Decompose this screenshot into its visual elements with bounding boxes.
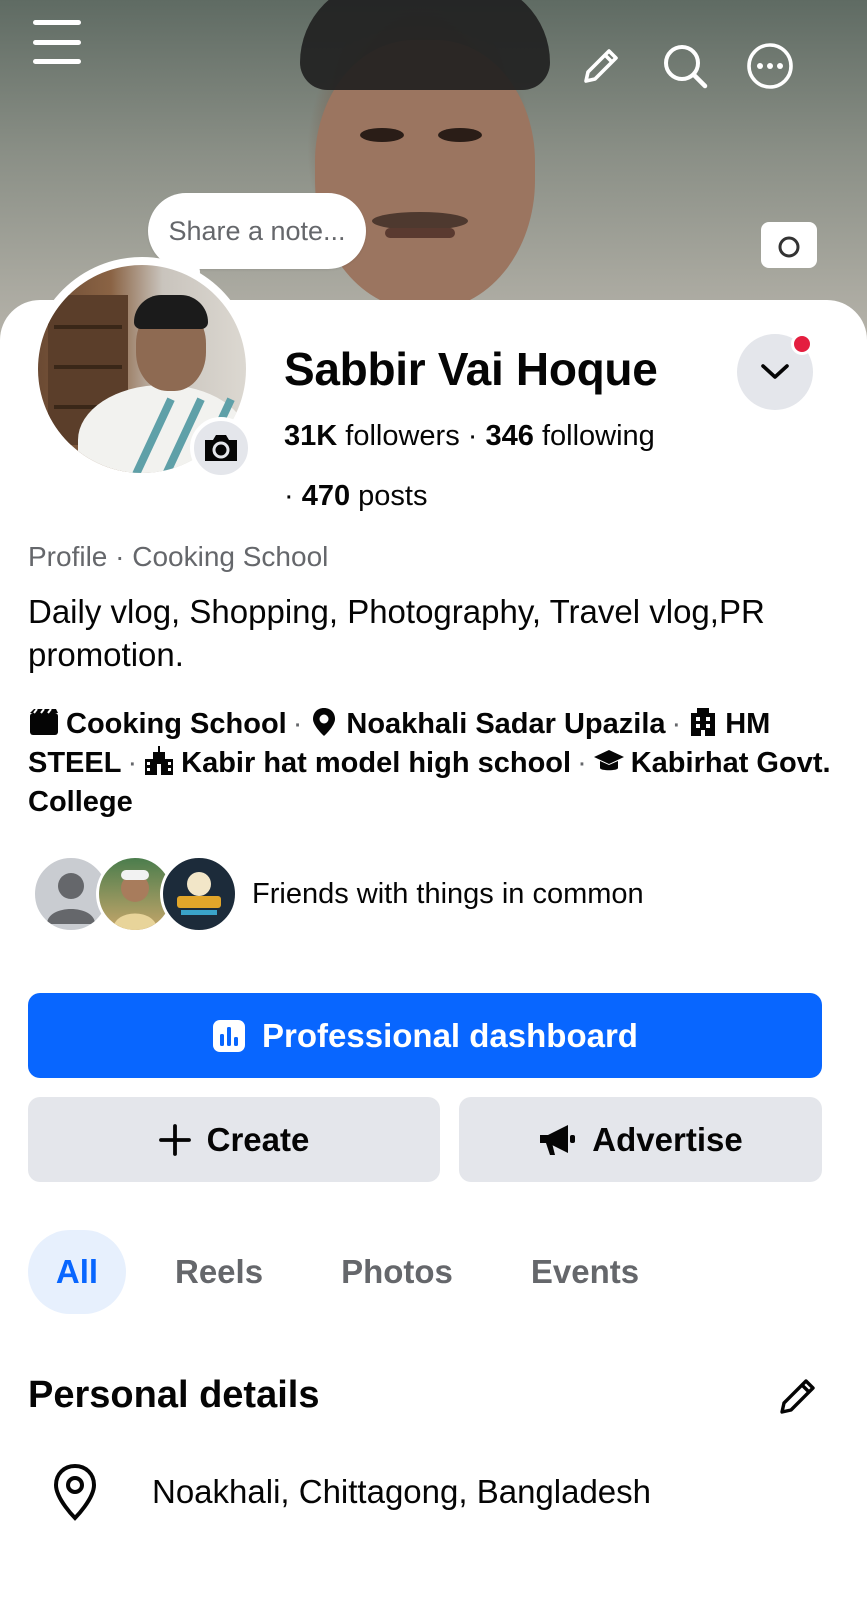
- cover-eye: [360, 128, 404, 142]
- clapperboard-icon: [30, 708, 58, 735]
- profile-bio: Daily vlog, Shopping, Photography, Trave…: [28, 593, 765, 673]
- detail-school[interactable]: Kabir hat model high school: [181, 747, 571, 779]
- friend-avatar: [160, 855, 238, 933]
- professional-dashboard-label: Professional dashboard: [262, 1016, 638, 1054]
- profile-name: Sabbir Vai Hoque: [284, 343, 658, 395]
- pencil-icon[interactable]: [577, 42, 625, 90]
- graduation-cap-icon: [593, 750, 624, 771]
- profile-category: Profile · Cooking School: [28, 541, 329, 572]
- notification-dot: [791, 333, 813, 355]
- location-pin-outline-icon: [53, 1463, 97, 1521]
- create-label: Create: [206, 1120, 310, 1158]
- post-stats: · 470 posts: [284, 480, 428, 513]
- personal-location-row[interactable]: Noakhali, Chittagong, Bangladesh: [50, 1462, 651, 1522]
- profile-details: Cooking School · Noakhali Sadar Upazila · HM…: [28, 708, 831, 818]
- cover-camera-icon[interactable]: [761, 222, 817, 268]
- school-icon: [145, 746, 174, 775]
- create-button[interactable]: Create: [28, 1097, 440, 1182]
- posts-count: 470: [301, 480, 351, 512]
- following-count[interactable]: 346: [485, 420, 533, 452]
- building-icon: [691, 708, 716, 736]
- location-pin-icon: [313, 708, 336, 736]
- profile-tabs: All Reels Photos Events: [28, 1230, 688, 1314]
- followers-count[interactable]: 31K: [284, 420, 337, 452]
- hamburger-menu-icon[interactable]: [30, 18, 84, 66]
- share-note-placeholder: Share a note...: [168, 215, 346, 246]
- avatar-camera-icon[interactable]: [190, 417, 252, 479]
- stat-separator: ·: [467, 420, 486, 452]
- edit-details-pencil-icon[interactable]: [774, 1372, 822, 1420]
- share-note-bubble[interactable]: Share a note...: [148, 193, 366, 269]
- followers-label[interactable]: followers: [345, 420, 459, 452]
- mutual-friends-text: Friends with things in common: [252, 877, 644, 910]
- personal-location-text: Noakhali, Chittagong, Bangladesh: [152, 1473, 652, 1510]
- tab-events[interactable]: Events: [502, 1230, 668, 1314]
- cover-hair: [300, 0, 550, 90]
- chevron-down-icon: [761, 364, 789, 379]
- search-icon[interactable]: [661, 42, 709, 90]
- detail-location[interactable]: Noakhali Sadar Upazila: [346, 708, 665, 740]
- tab-photos[interactable]: Photos: [312, 1230, 482, 1314]
- posts-label: posts: [358, 480, 428, 512]
- stat-separator: ·: [284, 480, 302, 512]
- tab-all[interactable]: All: [28, 1230, 126, 1314]
- plus-icon: [158, 1123, 191, 1156]
- detail-work-category: Cooking School: [66, 708, 287, 740]
- advertise-button[interactable]: Advertise: [459, 1097, 822, 1182]
- advertise-label: Advertise: [592, 1120, 743, 1158]
- professional-dashboard-button[interactable]: Professional dashboard: [28, 993, 822, 1078]
- following-label[interactable]: following: [542, 420, 655, 452]
- tab-reels[interactable]: Reels: [146, 1230, 292, 1314]
- mutual-friends[interactable]: Friends with things in common: [32, 854, 644, 934]
- chart-icon: [212, 1019, 246, 1053]
- personal-details-title: Personal details: [28, 1374, 320, 1416]
- follow-stats: 31K followers · 346 following: [284, 420, 655, 453]
- megaphone-icon: [538, 1123, 576, 1157]
- cover-mouth: [385, 228, 455, 238]
- cover-eye: [438, 128, 482, 142]
- more-options-icon[interactable]: [746, 42, 794, 90]
